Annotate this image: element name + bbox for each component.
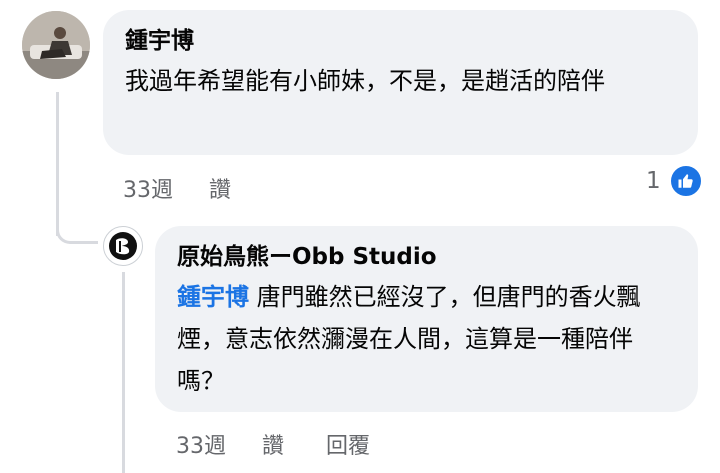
reply-button[interactable]: 回覆 bbox=[326, 428, 370, 460]
like-icon bbox=[668, 164, 703, 198]
avatar-photo-icon bbox=[22, 11, 90, 79]
comment-author[interactable]: 鍾宇博 bbox=[125, 24, 676, 58]
obb-logo-icon bbox=[109, 232, 137, 260]
comment-actions: 33週 讚 bbox=[123, 172, 231, 204]
reply-bubble: 原始鳥熊ーObb Studio 鍾宇博 唐門雖然已經沒了，但唐門的香火飄煙，意志… bbox=[155, 226, 698, 412]
thread-connector-curve bbox=[56, 206, 98, 244]
reaction-summary[interactable]: 1 bbox=[646, 163, 703, 199]
comment-bubble: 鍾宇博 我過年希望能有小師妹，不是，是趙活的陪伴 bbox=[103, 10, 698, 155]
like-button[interactable]: 讚 bbox=[262, 428, 284, 460]
like-button[interactable]: 讚 bbox=[209, 172, 231, 204]
reaction-count: 1 bbox=[646, 168, 661, 194]
reply-author[interactable]: 原始鳥熊ーObb Studio bbox=[177, 240, 676, 274]
avatar[interactable] bbox=[22, 11, 90, 79]
mention-link[interactable]: 鍾宇博 bbox=[177, 283, 249, 311]
reply-text: 鍾宇博 唐門雖然已經沒了，但唐門的香火飄煙，意志依然瀰漫在人間，這算是一種陪伴嗎… bbox=[177, 276, 676, 402]
avatar[interactable] bbox=[103, 226, 143, 266]
comment-timestamp[interactable]: 33週 bbox=[123, 172, 173, 204]
comment-text: 我過年希望能有小師妹，不是，是趙活的陪伴 bbox=[125, 67, 605, 95]
reply-timestamp[interactable]: 33週 bbox=[176, 428, 226, 460]
reply-actions: 33週 讚 回覆 bbox=[176, 428, 370, 460]
reply-thread-line bbox=[122, 272, 125, 473]
